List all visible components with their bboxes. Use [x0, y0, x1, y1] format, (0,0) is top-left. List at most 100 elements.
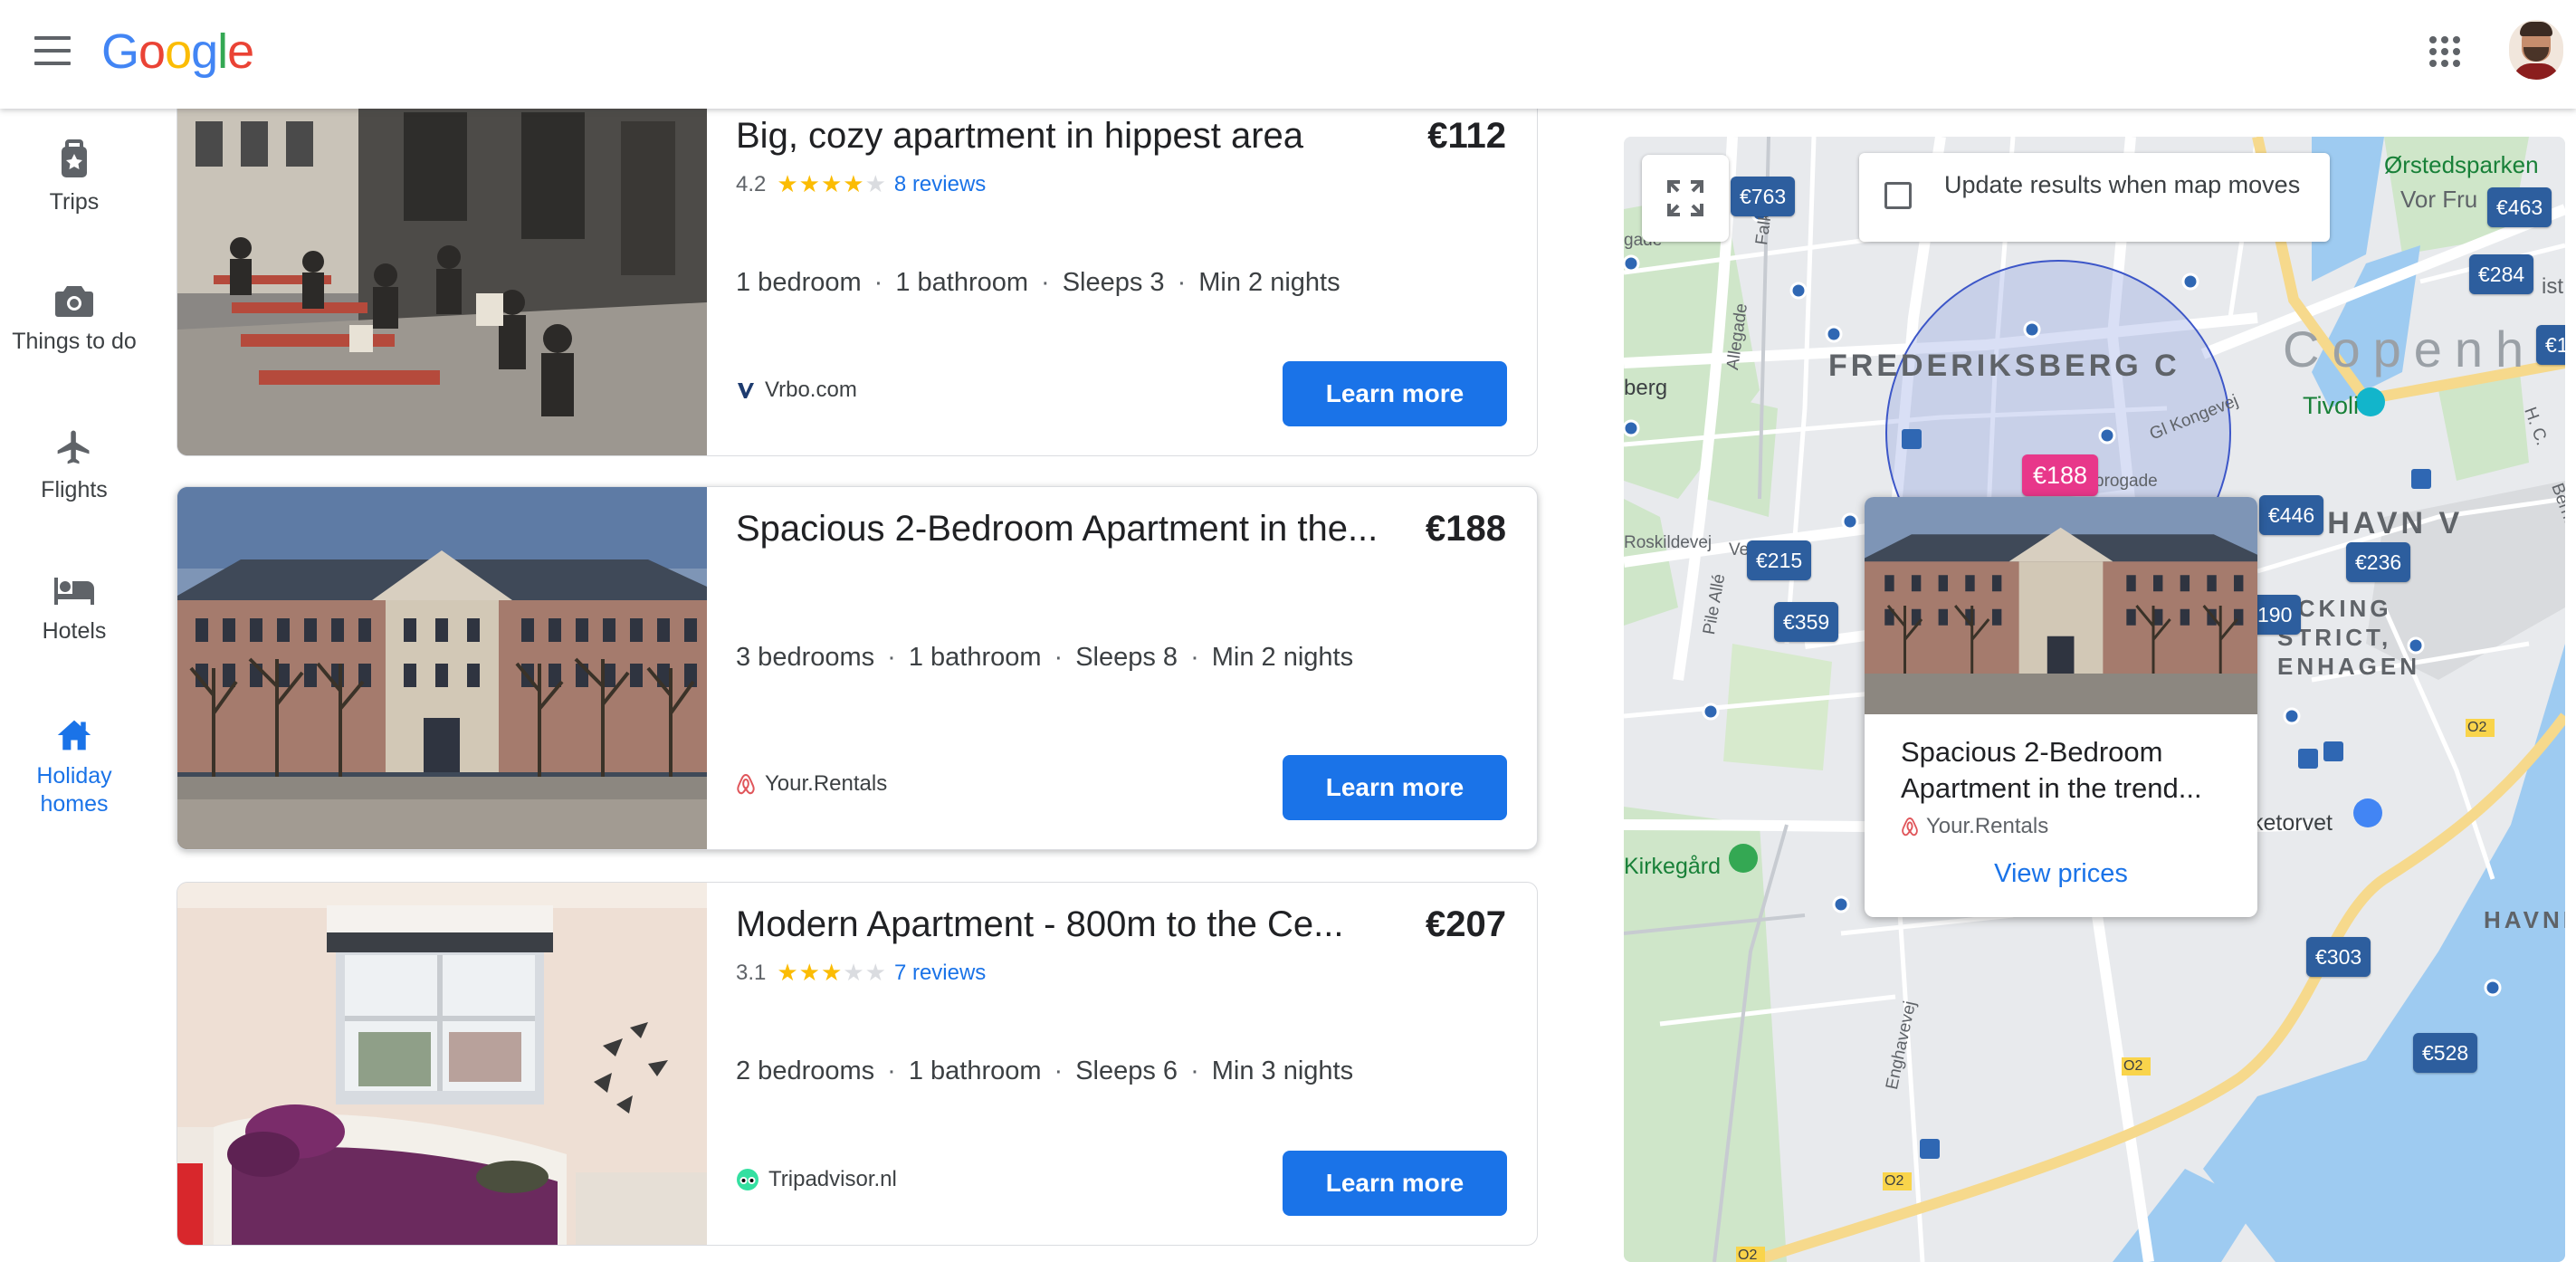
listing-photo [177, 883, 707, 1245]
price-pin[interactable]: €763 [1731, 177, 1796, 216]
min-nights: Min 3 nights [1211, 1056, 1354, 1085]
road-number: O2 [1738, 1248, 1758, 1262]
tripadvisor-icon [737, 1169, 758, 1190]
bathrooms: 1 bathroom [908, 643, 1042, 672]
sleeps: Sleeps 8 [1075, 643, 1178, 672]
nav-item-hotels[interactable]: Hotels [0, 572, 148, 645]
bed-icon [54, 578, 94, 605]
nav-label-hotels: Hotels [42, 618, 107, 644]
selected-price-pin[interactable]: €188 [2022, 454, 2099, 496]
vrbo-icon [738, 383, 754, 398]
listing-provider: Tripadvisor.nl [736, 1167, 897, 1192]
learn-more-button[interactable]: Learn more [1283, 1151, 1507, 1216]
road-number: O2 [2467, 720, 2487, 735]
nav-item-holiday-homes[interactable]: Holiday homes [0, 717, 148, 818]
trips-icon [62, 139, 87, 177]
place-label: Ørstedsparken [2384, 151, 2539, 178]
listing-amenities: 3 bedrooms · 1 bathroom · Sleeps 8 · Min 2 nig… [736, 643, 1354, 672]
street-label: brogade [2094, 472, 2158, 491]
bedrooms: 3 bedrooms [736, 643, 875, 672]
price-pin[interactable]: €284 [2469, 254, 2534, 294]
map[interactable]: FREDERIKSBERG C Copenh ENHAVN V ACKING S… [1624, 137, 2565, 1262]
nav-item-flights[interactable]: Flights [0, 427, 148, 504]
sleeps: Sleeps 3 [1062, 268, 1165, 297]
listing-rating: 4.2 ★★★★★ 8 reviews [736, 170, 986, 198]
update-on-map-move-checkbox[interactable]: Update results when map moves [1859, 153, 2330, 242]
airbnb-icon [737, 773, 755, 795]
price-pin[interactable]: €528 [2413, 1033, 2478, 1073]
apps-grid-icon[interactable] [2429, 36, 2460, 67]
reviews-link[interactable]: 7 reviews [894, 961, 986, 986]
listing-amenities: 2 bedrooms · 1 bathroom · Sleeps 6 · Min 3 nig… [736, 1056, 1354, 1085]
listing-card[interactable]: Modern Apartment - 800m to the Ce... €20… [177, 882, 1538, 1246]
nav-label-flights: Flights [41, 477, 108, 502]
nav-label-holiday-homes: Holiday homes [36, 763, 112, 817]
price-pin[interactable]: €236 [2346, 542, 2411, 582]
learn-more-button[interactable]: Learn more [1283, 361, 1507, 426]
street-label: Roskildevej [1624, 533, 1713, 552]
listing-title[interactable]: Big, cozy apartment in hippest area [736, 116, 1303, 157]
provider-name: Vrbo.com [765, 378, 857, 402]
view-prices-link[interactable]: View prices [1865, 859, 2257, 889]
nav-item-things-to-do[interactable]: Things to do [0, 282, 148, 356]
google-logo[interactable]: Google [101, 24, 254, 80]
area-label: ENHAGEN [2277, 653, 2421, 680]
listing-card[interactable]: Big, cozy apartment in hippest area €112… [177, 93, 1538, 456]
reviews-link[interactable]: 8 reviews [894, 172, 986, 197]
learn-more-button[interactable]: Learn more [1283, 755, 1507, 820]
star-rating-icon: ★★★★★ [777, 170, 887, 197]
listing-price: €207 [1426, 904, 1506, 944]
avatar[interactable] [2509, 20, 2563, 80]
min-nights: Min 2 nights [1211, 643, 1354, 672]
road-number: O2 [2123, 1058, 2143, 1074]
area-label: HAVNES [2484, 906, 2565, 933]
street-label: ist [2542, 274, 2563, 299]
popup-provider-name: Your.Rentals [1926, 814, 2049, 838]
price-pin[interactable]: €1 [2536, 325, 2565, 365]
menu-icon[interactable] [34, 36, 71, 65]
listing-provider: Your.Rentals [736, 771, 887, 797]
listing-title[interactable]: Spacious 2-Bedroom Apartment in the... [736, 509, 1378, 550]
nav-label-things-to-do: Things to do [12, 329, 137, 354]
price-pin[interactable]: €446 [2259, 495, 2324, 535]
bedrooms: 1 bedroom [736, 268, 862, 297]
place-label: Tivoli [2303, 392, 2360, 419]
listing-provider: Vrbo.com [736, 378, 857, 403]
listing-title[interactable]: Modern Apartment - 800m to the Ce... [736, 904, 1343, 945]
nav-item-trips[interactable]: Trips [0, 139, 148, 216]
price-pin[interactable]: €359 [1774, 602, 1839, 642]
place-label: Vor Fru [2400, 186, 2478, 213]
listing-price: €112 [1427, 116, 1506, 156]
bathrooms: 1 bathroom [895, 268, 1029, 297]
listing-photo [177, 487, 707, 849]
rating-value: 4.2 [736, 171, 767, 196]
camera-icon [55, 286, 93, 317]
checkbox[interactable] [1884, 182, 1912, 209]
place-label: Kirkegård [1624, 854, 1721, 879]
top-app-bar: Google [0, 0, 2576, 109]
airplane-icon [57, 430, 90, 464]
home-icon [57, 720, 91, 751]
price-pin[interactable]: €303 [2306, 937, 2371, 977]
listing-card[interactable]: Spacious 2-Bedroom Apartment in the... €… [177, 486, 1538, 850]
star-rating-icon: ★★★★★ [777, 959, 887, 986]
listing-photo [177, 94, 707, 455]
listing-amenities: 1 bedroom · 1 bathroom · Sleeps 3 · Min 2 nigh… [736, 268, 1340, 297]
price-pin[interactable]: €215 [1747, 540, 1812, 580]
price-pin[interactable]: €463 [2487, 187, 2552, 227]
road-number: O2 [1884, 1173, 1904, 1189]
popup-provider: Your.Rentals [1901, 814, 2048, 839]
rating-value: 3.1 [736, 960, 767, 985]
popup-title[interactable]: Spacious 2-Bedroom Apartment in the tren… [1901, 734, 2245, 807]
street-label: Ve [1729, 540, 1750, 559]
bedrooms: 2 bedrooms [736, 1056, 875, 1085]
map-listing-popup[interactable]: Spacious 2-Bedroom Apartment in the tren… [1865, 497, 2257, 917]
expand-icon [1667, 180, 1703, 216]
min-nights: Min 2 nights [1198, 268, 1340, 297]
sleeps: Sleeps 6 [1075, 1056, 1178, 1085]
fullscreen-button[interactable] [1642, 155, 1729, 242]
update-label: Update results when map moves [1944, 171, 2301, 198]
place-label: berg [1624, 376, 1668, 400]
place-label: ketorvet [2252, 810, 2333, 836]
airbnb-icon [1902, 817, 1918, 837]
